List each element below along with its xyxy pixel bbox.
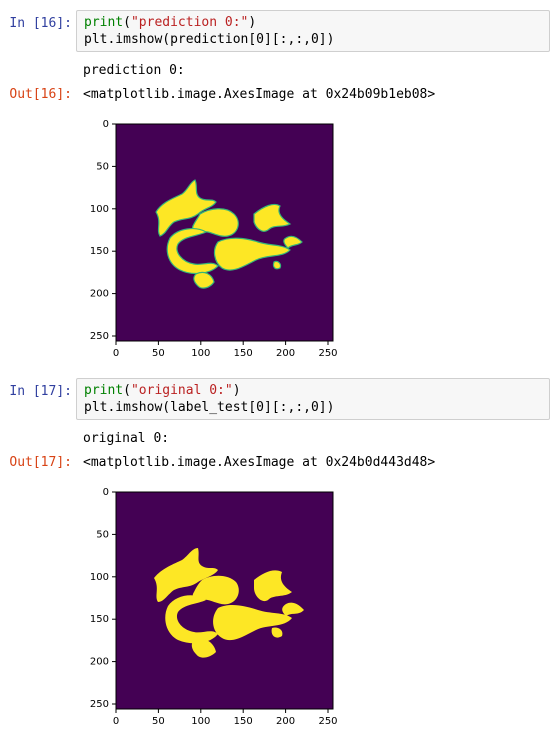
x-tick-label: 250	[318, 716, 337, 727]
y-tick-label: 100	[90, 204, 109, 215]
output-repr: <matplotlib.image.AxesImage at 0x24b09b1…	[83, 87, 436, 102]
code-line-1: print("original 0:")	[84, 383, 241, 398]
stdout-text: original 0:	[83, 431, 170, 446]
imshow-plot-original: 0 50 100 150 200 250 0 50 100 150 200 25…	[90, 487, 338, 727]
x-tick-label: 100	[191, 716, 210, 727]
y-tick-label: 0	[103, 487, 109, 498]
x-tick-label: 200	[276, 716, 295, 727]
output-prompt: Out[17]:	[9, 455, 72, 470]
input-prompt: In [16]:	[9, 16, 72, 31]
x-tick-label: 150	[234, 716, 253, 727]
code-line-2: plt.imshow(label_test[0][:,:,0])	[84, 400, 335, 415]
y-tick-label: 50	[96, 161, 109, 172]
imshow-plot-prediction: 0 50 100 150 200 250 0 50 100 150 200 25…	[90, 119, 338, 359]
y-tick-label: 200	[90, 657, 109, 668]
y-tick-label: 150	[90, 246, 109, 257]
y-axis: 0 50 100 150 200 250	[90, 487, 116, 710]
y-tick-label: 250	[90, 699, 109, 710]
x-axis: 0 50 100 150 200 250	[113, 709, 338, 727]
x-tick-label: 0	[113, 348, 119, 359]
output-repr: <matplotlib.image.AxesImage at 0x24b0d44…	[83, 455, 436, 470]
code-input[interactable]: print("original 0:") plt.imshow(label_te…	[76, 378, 550, 420]
output-prompt: Out[16]:	[9, 87, 72, 102]
y-tick-label: 50	[96, 529, 109, 540]
x-tick-label: 50	[152, 716, 165, 727]
input-prompt: In [17]:	[9, 384, 72, 399]
y-tick-label: 100	[90, 572, 109, 583]
y-tick-label: 150	[90, 614, 109, 625]
y-tick-label: 0	[103, 119, 109, 130]
y-axis: 0 50 100 150 200 250	[90, 119, 116, 342]
x-axis: 0 50 100 150 200 250	[113, 341, 338, 359]
stdout-text: prediction 0:	[83, 63, 185, 78]
y-tick-label: 200	[90, 289, 109, 300]
y-tick-label: 250	[90, 331, 109, 342]
x-tick-label: 100	[191, 348, 210, 359]
x-tick-label: 50	[152, 348, 165, 359]
code-line-2: plt.imshow(prediction[0][:,:,0])	[84, 32, 335, 47]
code-line-1: print("prediction 0:")	[84, 15, 257, 30]
x-tick-label: 200	[276, 348, 295, 359]
x-tick-label: 0	[113, 716, 119, 727]
code-input[interactable]: print("prediction 0:") plt.imshow(predic…	[76, 10, 550, 52]
x-tick-label: 150	[234, 348, 253, 359]
mask-blob-small-right	[272, 260, 282, 270]
x-tick-label: 250	[318, 348, 337, 359]
